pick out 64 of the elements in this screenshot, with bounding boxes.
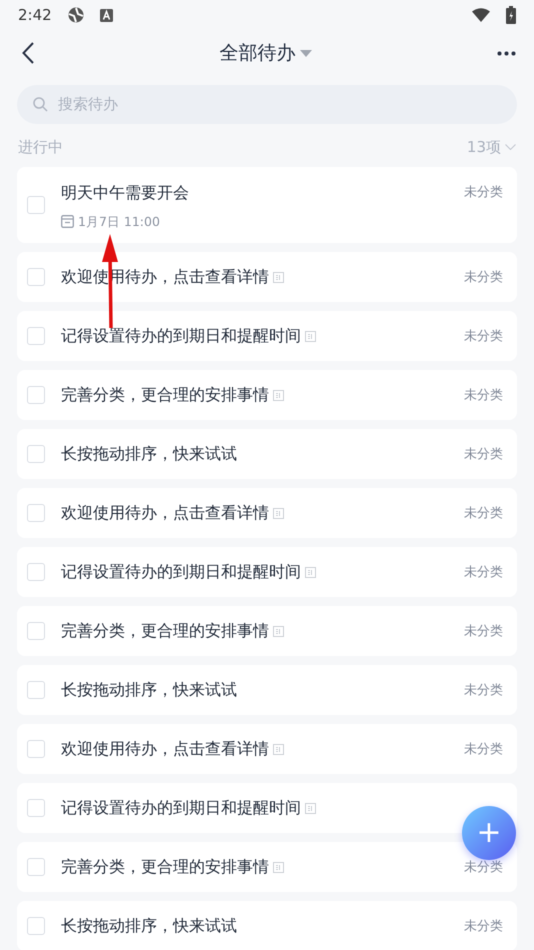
due-date: 1月7日 11:00 xyxy=(78,212,160,230)
todo-title: 完善分类，更合理的安排事情 xyxy=(61,856,269,878)
category-label: 未分类 xyxy=(464,268,503,286)
app-icon xyxy=(68,7,84,23)
checkbox[interactable] xyxy=(27,799,45,818)
checkbox[interactable] xyxy=(27,917,45,936)
todo-card[interactable]: 记得设置待办的到期日和提醒时间 未分类 xyxy=(17,547,517,598)
search-field[interactable]: 搜索待办 xyxy=(17,85,517,124)
wifi-icon xyxy=(472,8,490,22)
category-label: 未分类 xyxy=(464,682,503,700)
checkbox[interactable] xyxy=(27,386,45,404)
todo-title: 长按拖动排序，快来试试 xyxy=(61,443,237,466)
section-label: 进行中 xyxy=(18,137,63,158)
todo-card[interactable]: 明天中午需要开会 1月7日 11:00 未分类 xyxy=(17,166,517,244)
category-label: 未分类 xyxy=(464,386,503,404)
keyboard-icon xyxy=(100,8,113,22)
todo-card[interactable]: 长按拖动排序，快来试试 未分类 xyxy=(17,665,517,716)
todo-title: 欢迎使用待办，点击查看详情 xyxy=(61,738,269,760)
checkbox[interactable] xyxy=(27,740,45,758)
search-icon xyxy=(33,97,48,112)
battery-icon xyxy=(506,6,516,24)
category-label: 未分类 xyxy=(464,740,503,758)
todo-title: 长按拖动排序，快来试试 xyxy=(61,915,237,938)
todo-card[interactable]: 完善分类，更合理的安排事情 未分类 xyxy=(17,842,517,892)
category-label: 未分类 xyxy=(464,184,503,202)
category-label: 未分类 xyxy=(464,622,503,640)
todo-card[interactable]: 完善分类，更合理的安排事情 未分类 xyxy=(17,370,517,420)
todo-title: 明天中午需要开会 xyxy=(61,182,189,204)
todo-title: 完善分类，更合理的安排事情 xyxy=(61,384,269,406)
checkbox[interactable] xyxy=(27,268,45,286)
category-label: 未分类 xyxy=(464,918,503,936)
todo-title: 长按拖动排序，快来试试 xyxy=(61,679,237,702)
more-icon[interactable] xyxy=(497,50,516,56)
todo-title: 完善分类，更合理的安排事情 xyxy=(61,620,269,642)
checkbox[interactable] xyxy=(27,563,45,582)
todo-card[interactable]: 欢迎使用待办，点击查看详情 未分类 xyxy=(17,724,517,774)
todo-title: 记得设置待办的到期日和提醒时间 xyxy=(61,797,301,820)
checkbox[interactable] xyxy=(27,445,45,464)
todo-card[interactable]: 长按拖动排序，快来试试 未分类 xyxy=(17,901,517,950)
back-icon[interactable] xyxy=(22,42,34,64)
category-label: 未分类 xyxy=(464,504,503,522)
checkbox[interactable] xyxy=(27,858,45,876)
chevron-icon[interactable] xyxy=(505,144,516,150)
category-label: 未分类 xyxy=(464,446,503,464)
search-input[interactable]: 搜索待办 xyxy=(56,92,501,117)
todo-card[interactable]: 欢迎使用待办，点击查看详情 未分类 xyxy=(17,488,517,538)
category-label: 未分类 xyxy=(464,328,503,346)
page-title[interactable]: 全部待办 xyxy=(220,38,296,68)
todo-card[interactable]: 记得设置待办的到期日和提醒时间 未分类 xyxy=(17,311,517,362)
calendar-icon xyxy=(61,215,74,228)
checkbox[interactable] xyxy=(27,196,45,214)
todo-title: 记得设置待办的到期日和提醒时间 xyxy=(61,325,301,348)
status-time: 2:42 xyxy=(18,4,52,26)
dropdown-icon[interactable] xyxy=(300,50,312,56)
checkbox[interactable] xyxy=(27,327,45,346)
checkbox[interactable] xyxy=(27,622,45,640)
category-label: 未分类 xyxy=(464,858,503,876)
todo-card[interactable]: 长按拖动排序，快来试试 未分类 xyxy=(17,429,517,480)
checkbox[interactable] xyxy=(27,681,45,700)
category-label: 未分类 xyxy=(464,564,503,582)
todo-card[interactable]: 完善分类，更合理的安排事情 未分类 xyxy=(17,606,517,656)
checkbox[interactable] xyxy=(27,504,45,522)
todo-title: 记得设置待办的到期日和提醒时间 xyxy=(61,561,301,584)
todo-title: 欢迎使用待办，点击查看详情 xyxy=(61,502,269,524)
